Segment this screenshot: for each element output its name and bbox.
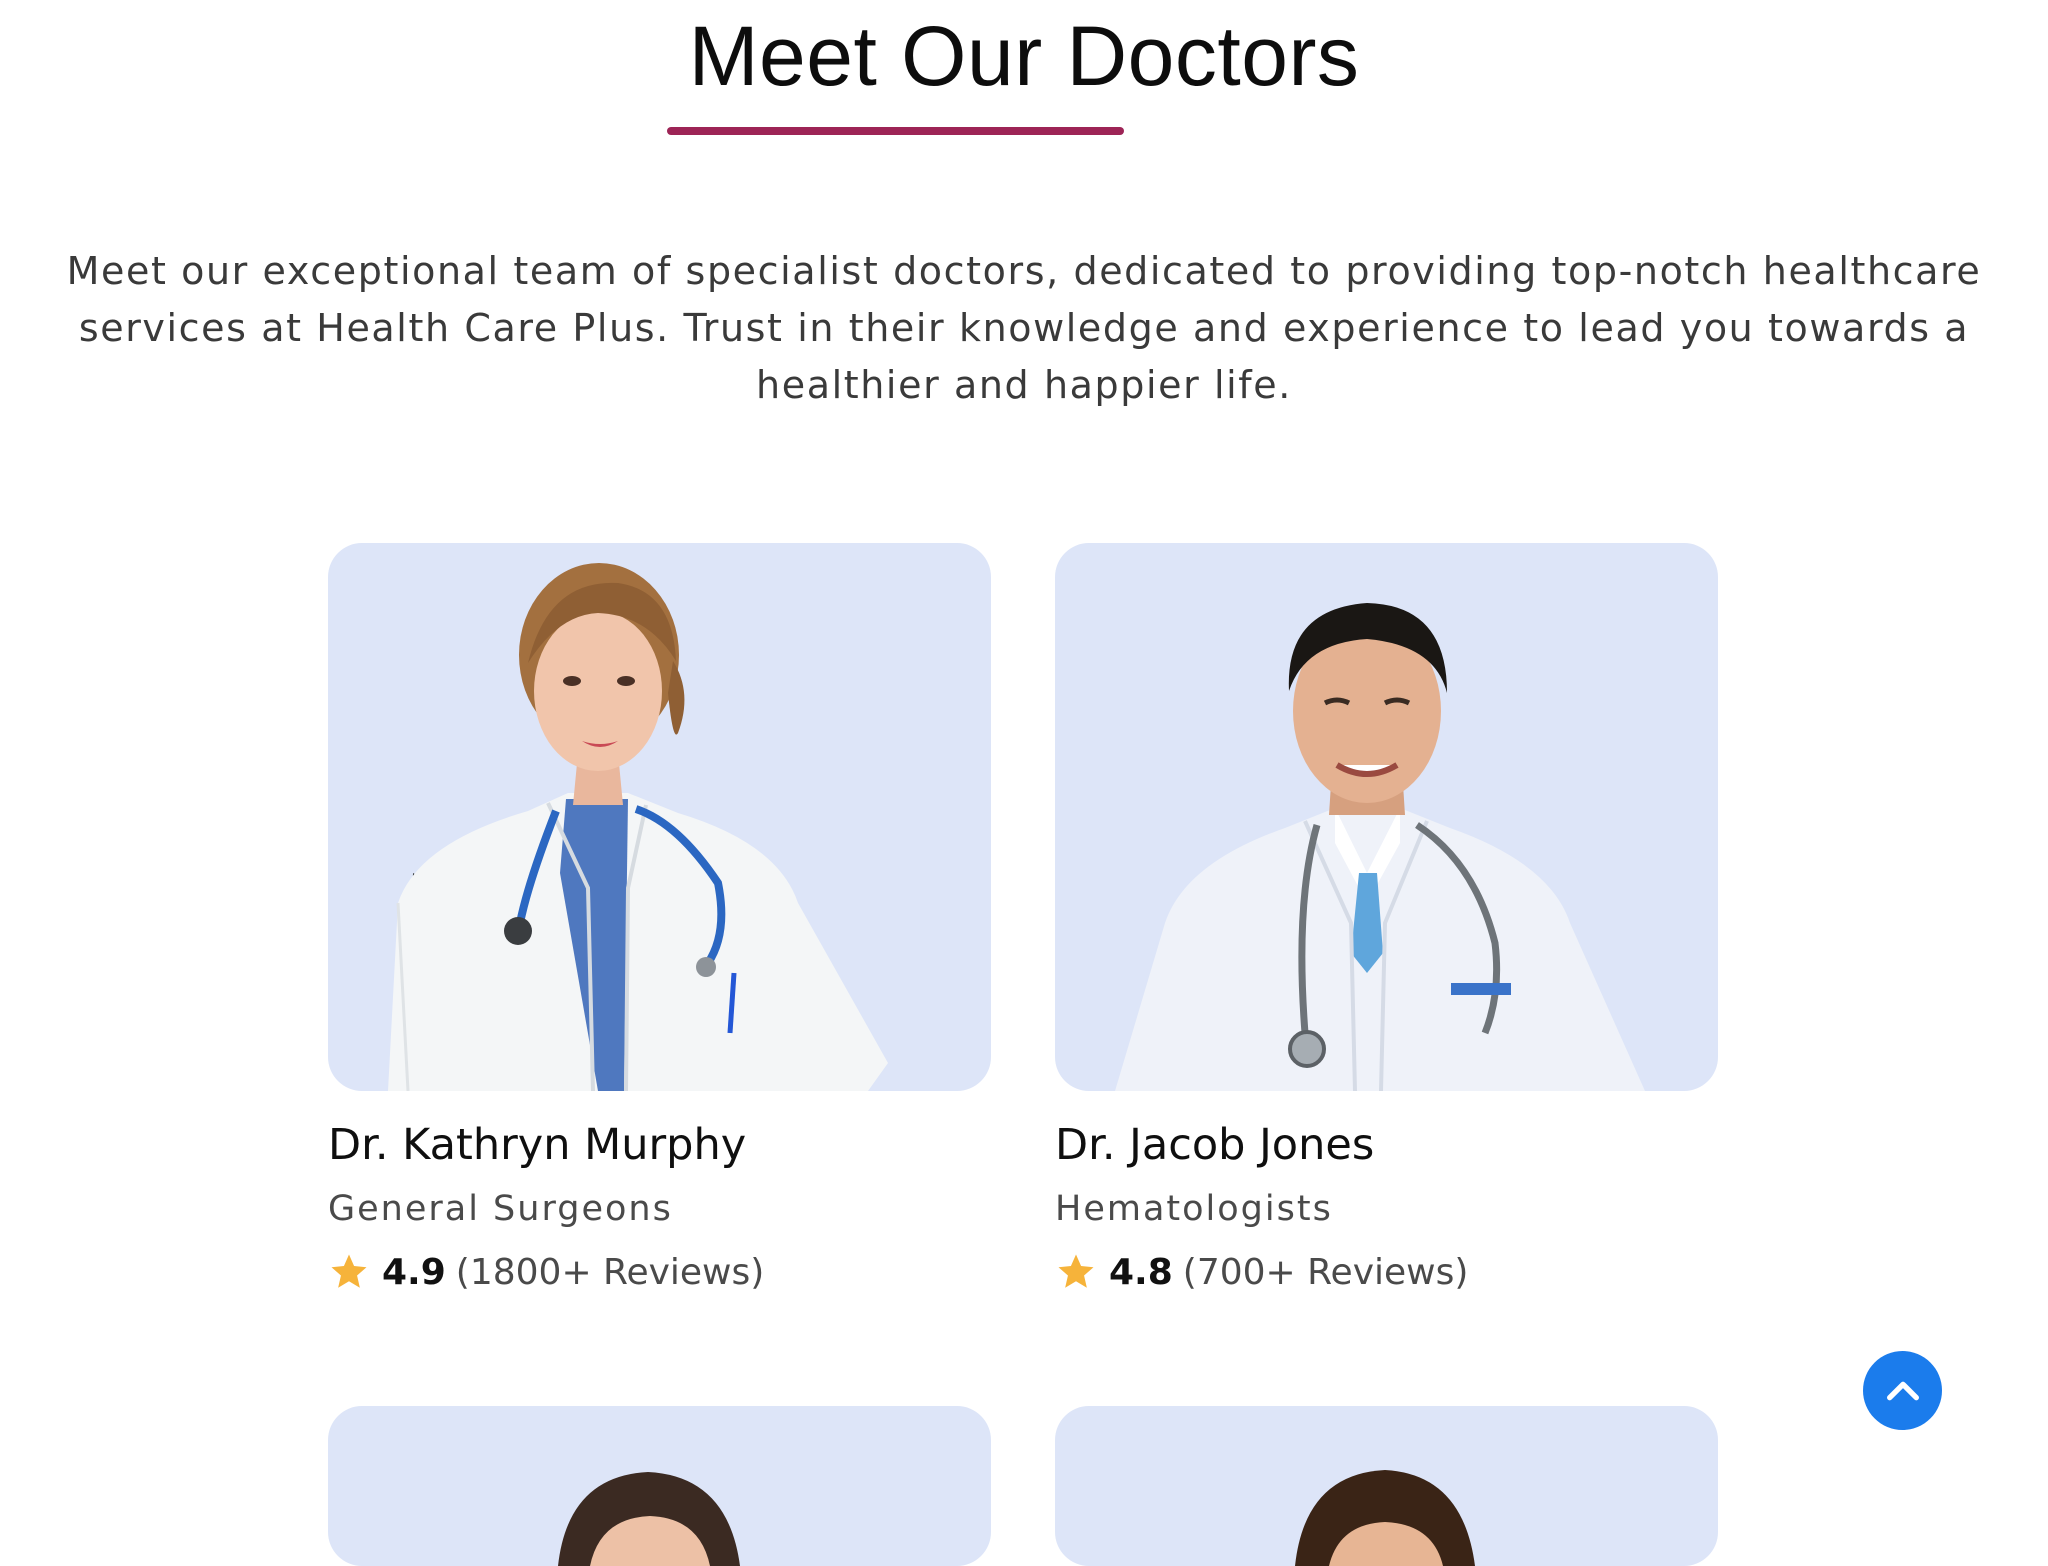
rating-score: 4.9	[382, 1251, 446, 1293]
intro-line: Meet our exceptional team of specialist …	[66, 249, 1982, 293]
doctor-name[interactable]: Dr. Jacob Jones	[1055, 1120, 1374, 1170]
intro-line: healthier and happier life.	[756, 363, 1292, 407]
section-intro: Meet our exceptional team of specialist …	[60, 243, 1988, 414]
chevron-up-icon	[1886, 1381, 1919, 1400]
doctor-photo	[328, 543, 991, 1091]
doctor-card-kathryn-murphy[interactable]: Dr. Kathryn Murphy General Surgeons 4.9 …	[328, 543, 991, 1323]
intro-line: services at Health Care Plus. Trust in t…	[78, 306, 1970, 350]
doctor-rating: 4.9 (1800+ Reviews)	[328, 1251, 764, 1293]
doctor-rating: 4.8 (700+ Reviews)	[1055, 1251, 1468, 1293]
doctor-photo	[328, 1406, 991, 1566]
doctor-card-partial[interactable]	[328, 1406, 991, 1566]
section-title: Meet Our Doctors	[688, 9, 1360, 103]
review-count: (700+ Reviews)	[1182, 1251, 1469, 1293]
review-count: (1800+ Reviews)	[455, 1251, 765, 1293]
rating-score: 4.8	[1109, 1251, 1173, 1293]
title-underline	[667, 127, 1124, 135]
doctor-photo	[1055, 543, 1718, 1091]
doctor-portrait-female	[388, 563, 888, 1091]
doctor-card-partial[interactable]	[1055, 1406, 1718, 1566]
star-icon	[1058, 1254, 1094, 1288]
doctor-card-jacob-jones[interactable]: Dr. Jacob Jones Hematologists 4.8 (700+ …	[1055, 543, 1718, 1323]
doctor-photo	[1055, 1406, 1718, 1566]
doctor-specialty: General Surgeons	[328, 1189, 673, 1229]
doctor-specialty: Hematologists	[1055, 1189, 1333, 1229]
doctor-portrait-male	[1115, 603, 1645, 1091]
doctor-portrait-partial	[558, 1472, 740, 1566]
doctor-portrait-partial	[1295, 1470, 1475, 1566]
scroll-to-top-button[interactable]	[1863, 1351, 1942, 1430]
star-icon	[331, 1254, 367, 1288]
doctor-name[interactable]: Dr. Kathryn Murphy	[328, 1120, 746, 1170]
